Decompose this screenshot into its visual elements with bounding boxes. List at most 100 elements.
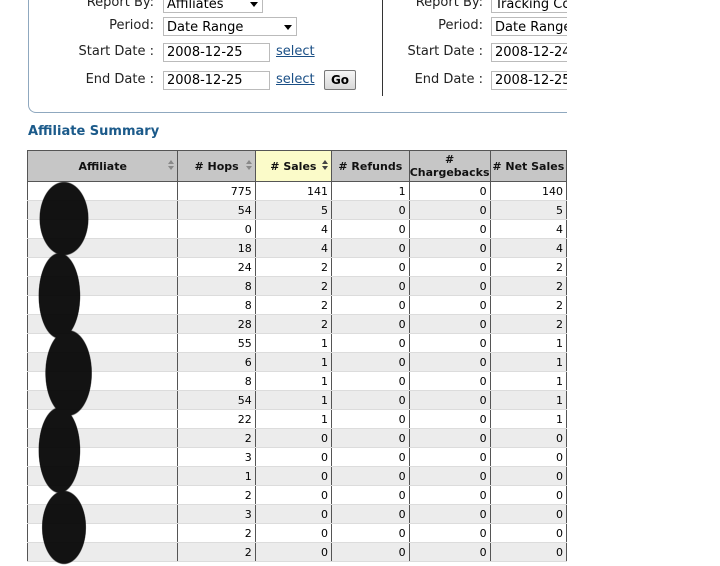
end-date-input[interactable]: 2008-12-25 xyxy=(163,71,270,90)
sort-arrows-icon xyxy=(168,160,175,170)
net-sales-cell: 0 xyxy=(489,504,567,524)
right-period-value: Date Range xyxy=(495,20,567,35)
report-page: Report By: Affiliates Period: Date Range… xyxy=(0,0,567,566)
hops-cell: 1 xyxy=(177,466,256,486)
chargebacks-cell: 0 xyxy=(408,466,491,486)
net-sales-cell: 2 xyxy=(489,314,567,334)
sales-cell: 1 xyxy=(254,390,333,410)
refunds-cell: 0 xyxy=(331,409,410,429)
refunds-cell: 0 xyxy=(331,542,410,562)
net-sales-cell: 5 xyxy=(489,200,567,220)
refunds-cell: 0 xyxy=(331,219,410,239)
col-sales-label: # Sales xyxy=(270,159,317,173)
col-net-sales-label: # Net Sales xyxy=(492,159,565,173)
hops-cell: 2 xyxy=(177,523,256,543)
col-net-sales-header[interactable]: # Net Sales xyxy=(489,150,567,182)
net-sales-cell: 4 xyxy=(489,219,567,239)
refunds-cell: 0 xyxy=(331,238,410,258)
col-affiliate-header[interactable]: Affiliate xyxy=(26,150,179,182)
hops-cell: 18 xyxy=(177,238,256,258)
start-date-select-link[interactable]: select xyxy=(276,44,315,59)
refunds-cell: 0 xyxy=(331,466,410,486)
hops-cell: 3 xyxy=(177,447,256,467)
chargebacks-cell: 0 xyxy=(408,390,491,410)
hops-cell: 3 xyxy=(177,504,256,524)
sales-cell: 4 xyxy=(254,219,333,239)
right-period-label: Period: xyxy=(438,18,483,33)
refunds-cell: 0 xyxy=(331,523,410,543)
chargebacks-cell: 0 xyxy=(408,333,491,353)
redaction-scribble xyxy=(18,180,110,566)
right-report-by-select[interactable]: Tracking Co xyxy=(491,0,567,13)
net-sales-cell: 1 xyxy=(489,371,567,391)
hops-cell: 24 xyxy=(177,257,256,277)
chargebacks-cell: 0 xyxy=(408,276,491,296)
chargebacks-cell: 0 xyxy=(408,504,491,524)
sales-cell: 0 xyxy=(254,504,333,524)
report-by-select[interactable]: Affiliates xyxy=(163,0,263,13)
net-sales-cell: 1 xyxy=(489,352,567,372)
hops-cell: 22 xyxy=(177,409,256,429)
sales-cell: 2 xyxy=(254,257,333,277)
col-affiliate-label: Affiliate xyxy=(78,159,127,173)
table-header-row: Affiliate # Hops # Sales # Refunds # Chargeb… xyxy=(26,150,567,182)
refunds-cell: 0 xyxy=(331,295,410,315)
hops-cell: 2 xyxy=(177,428,256,448)
period-label: Period: xyxy=(109,18,154,33)
net-sales-cell: 0 xyxy=(489,485,567,505)
hops-cell: 8 xyxy=(177,276,256,296)
refunds-cell: 0 xyxy=(331,352,410,372)
chargebacks-cell: 0 xyxy=(408,181,491,201)
net-sales-cell: 4 xyxy=(489,238,567,258)
hops-cell: 54 xyxy=(177,390,256,410)
net-sales-cell: 2 xyxy=(489,276,567,296)
sales-cell: 1 xyxy=(254,352,333,372)
net-sales-cell: 1 xyxy=(489,409,567,429)
refunds-cell: 0 xyxy=(331,371,410,391)
hops-cell: 2 xyxy=(177,485,256,505)
refunds-cell: 0 xyxy=(331,504,410,524)
chargebacks-cell: 0 xyxy=(408,542,491,562)
net-sales-cell: 1 xyxy=(489,333,567,353)
chargebacks-cell: 0 xyxy=(408,485,491,505)
end-date-select-link[interactable]: select xyxy=(276,72,315,87)
sales-cell: 2 xyxy=(254,276,333,296)
sales-cell: 4 xyxy=(254,238,333,258)
refunds-cell: 0 xyxy=(331,390,410,410)
sales-cell: 1 xyxy=(254,371,333,391)
right-start-date-input[interactable]: 2008-12-24 xyxy=(491,43,567,62)
right-start-date-label: Start Date : xyxy=(407,44,483,59)
end-date-label: End Date : xyxy=(85,72,154,87)
net-sales-cell: 0 xyxy=(489,466,567,486)
chargebacks-cell: 0 xyxy=(408,428,491,448)
period-select[interactable]: Date Range xyxy=(163,17,297,36)
col-sales-header[interactable]: # Sales xyxy=(254,150,333,182)
chargebacks-cell: 0 xyxy=(408,371,491,391)
hops-cell: 28 xyxy=(177,314,256,334)
hops-cell: 2 xyxy=(177,542,256,562)
refunds-cell: 0 xyxy=(331,447,410,467)
start-date-input[interactable]: 2008-12-25 xyxy=(163,43,270,62)
right-report-by-value: Tracking Co xyxy=(495,0,567,12)
refunds-cell: 0 xyxy=(331,257,410,277)
col-refunds-header[interactable]: # Refunds xyxy=(331,150,410,182)
report-by-label: Report By: xyxy=(86,0,154,10)
col-hops-header[interactable]: # Hops xyxy=(177,150,256,182)
col-chargebacks-header[interactable]: # Chargebacks xyxy=(408,150,491,182)
net-sales-cell: 2 xyxy=(489,295,567,315)
net-sales-cell: 0 xyxy=(489,542,567,562)
chargebacks-cell: 0 xyxy=(408,447,491,467)
col-hops-label: # Hops xyxy=(194,159,239,173)
net-sales-cell: 0 xyxy=(489,523,567,543)
hops-cell: 775 xyxy=(177,181,256,201)
chargebacks-cell: 0 xyxy=(408,238,491,258)
refunds-cell: 0 xyxy=(331,314,410,334)
right-end-date-label: End Date : xyxy=(414,72,483,87)
right-end-date-input[interactable]: 2008-12-25 xyxy=(491,71,567,90)
refunds-cell: 0 xyxy=(331,333,410,353)
go-button[interactable]: Go xyxy=(324,70,356,90)
chargebacks-cell: 0 xyxy=(408,219,491,239)
chargebacks-cell: 0 xyxy=(408,314,491,334)
right-period-select[interactable]: Date Range xyxy=(491,17,567,36)
net-sales-cell: 0 xyxy=(489,428,567,448)
